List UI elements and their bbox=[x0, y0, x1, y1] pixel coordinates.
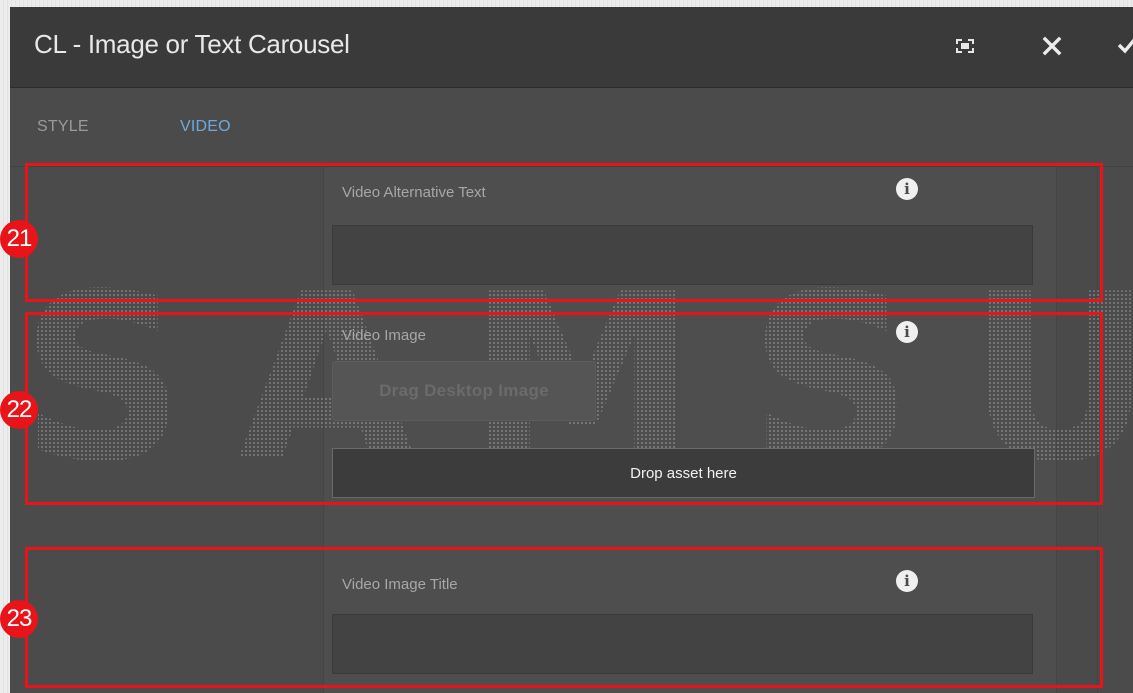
drag-desktop-image-button[interactable]: Drag Desktop Image bbox=[332, 361, 596, 421]
component-dialog: CL - Image or Text Carousel STYLE VIDEO bbox=[10, 7, 1133, 693]
dialog-tabs: STYLE VIDEO bbox=[10, 88, 1133, 167]
close-icon[interactable] bbox=[1035, 29, 1069, 63]
video-alt-text-input[interactable] bbox=[332, 225, 1033, 285]
info-icon[interactable]: i bbox=[896, 178, 918, 200]
drop-asset-zone[interactable]: Drop asset here bbox=[332, 448, 1035, 498]
active-tab-indicator bbox=[169, 163, 251, 166]
tab-video[interactable]: VIDEO bbox=[180, 118, 231, 136]
fullscreen-icon[interactable] bbox=[948, 29, 982, 63]
tab-style[interactable]: STYLE bbox=[37, 118, 89, 136]
video-image-label: Video Image bbox=[342, 327, 426, 344]
right-column bbox=[1057, 167, 1098, 693]
dialog-titlebar: CL - Image or Text Carousel bbox=[10, 7, 1133, 88]
annotation-marker-23: 23 bbox=[0, 600, 38, 638]
video-alt-text-label: Video Alternative Text bbox=[342, 184, 486, 201]
left-column bbox=[10, 167, 323, 693]
video-image-title-input[interactable] bbox=[332, 614, 1033, 674]
annotation-marker-21: 21 bbox=[0, 220, 38, 258]
info-icon[interactable]: i bbox=[896, 321, 918, 343]
annotation-marker-22: 22 bbox=[0, 391, 38, 429]
dialog-title: CL - Image or Text Carousel bbox=[34, 29, 350, 59]
info-icon[interactable]: i bbox=[896, 570, 918, 592]
video-image-title-label: Video Image Title bbox=[342, 576, 458, 593]
screenshot-stage: CL - Image or Text Carousel STYLE VIDEO … bbox=[0, 0, 1133, 693]
checkmark-icon[interactable] bbox=[1110, 29, 1133, 63]
